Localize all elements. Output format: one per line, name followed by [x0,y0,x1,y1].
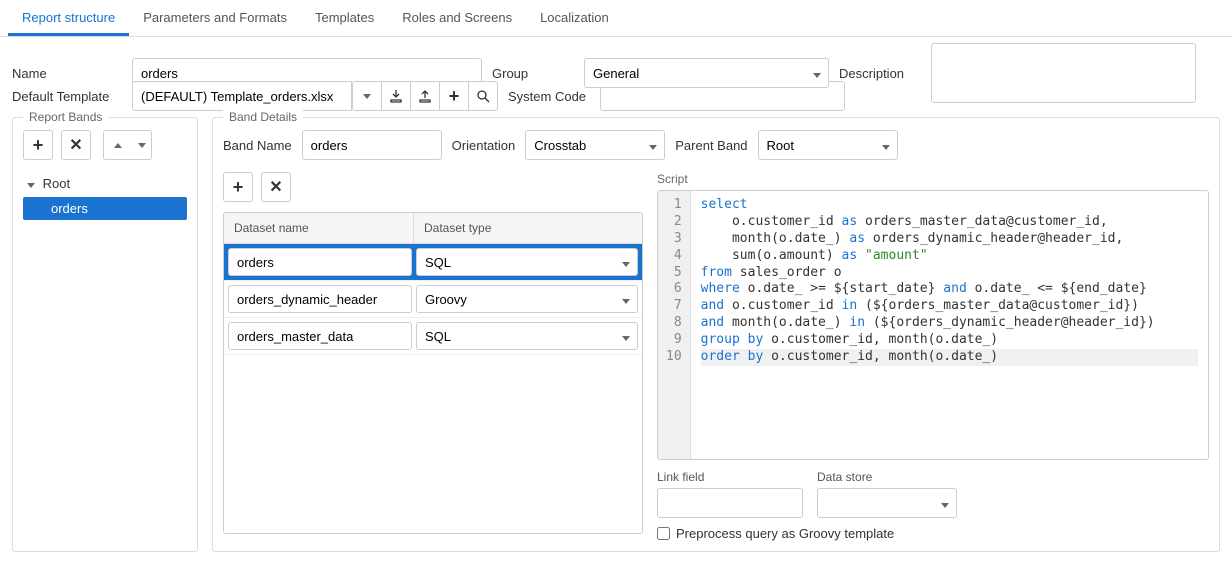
report-bands-legend: Report Bands [23,110,108,124]
tab-templates[interactable]: Templates [301,0,388,36]
link-field-label: Link field [657,470,803,484]
remove-dataset-button[interactable]: ✕ [261,172,291,202]
tree-item-orders[interactable]: orders [23,197,187,220]
tab-roles-and-screens[interactable]: Roles and Screens [388,0,526,36]
line-gutter: 12345678910 [658,191,691,459]
dataset-name-input[interactable] [228,322,412,350]
dataset-type-select[interactable] [416,248,638,276]
system-code-label: System Code [508,89,590,104]
dataset-type-select[interactable] [416,285,638,313]
add-dataset-button[interactable]: + [223,172,253,202]
script-editor[interactable]: 12345678910 select o.customer_id as orde… [657,190,1209,460]
description-textarea[interactable] [931,43,1196,103]
band-details-panel: Band Details Band Name Orientation Paren… [212,117,1220,552]
col-dataset-type[interactable]: Dataset type [414,213,642,243]
default-template-input[interactable] [132,81,352,111]
move-up-button[interactable] [103,130,133,160]
name-label: Name [12,66,122,81]
preprocess-checkbox[interactable] [657,527,670,540]
bands-tree: Root orders [23,170,187,220]
dataset-type-select[interactable] [416,322,638,350]
report-bands-panel: Report Bands + ✕ Root orders [12,117,198,552]
group-select[interactable] [584,58,829,88]
tabs-bar: Report structureParameters and FormatsTe… [0,0,1232,37]
upload-icon [418,89,432,103]
add-template-button[interactable]: + [439,81,469,111]
data-store-select[interactable] [817,488,957,518]
caret-down-icon [27,176,35,191]
search-button[interactable] [468,81,498,111]
dataset-name-input[interactable] [228,285,412,313]
remove-band-button[interactable]: ✕ [61,130,91,160]
upload-button[interactable] [410,81,440,111]
download-icon [389,89,403,103]
tab-report-structure[interactable]: Report structure [8,0,129,36]
download-button[interactable] [381,81,411,111]
search-icon [476,89,490,103]
dataset-row[interactable] [224,281,642,318]
group-label: Group [492,66,574,81]
dataset-row[interactable] [224,244,642,281]
tab-parameters-and-formats[interactable]: Parameters and Formats [129,0,301,36]
dataset-name-input[interactable] [228,248,412,276]
dataset-row[interactable] [224,318,642,355]
band-name-label: Band Name [223,138,292,153]
script-label: Script [657,172,1209,186]
code-content: select o.customer_id as orders_master_da… [691,191,1208,459]
move-down-button[interactable] [132,130,152,160]
template-dropdown-button[interactable] [352,81,382,111]
data-store-label: Data store [817,470,957,484]
tree-root-node[interactable]: Root [23,170,187,197]
col-dataset-name[interactable]: Dataset name [224,213,414,243]
link-field-input[interactable] [657,488,803,518]
add-band-button[interactable]: + [23,130,53,160]
default-template-label: Default Template [12,89,122,104]
tab-localization[interactable]: Localization [526,0,623,36]
parent-band-label: Parent Band [675,138,747,153]
orientation-label: Orientation [452,138,516,153]
band-name-input[interactable] [302,130,442,160]
description-label: Description [839,66,921,81]
datasets-table: Dataset name Dataset type [223,212,643,534]
orientation-select[interactable] [525,130,665,160]
preprocess-label: Preprocess query as Groovy template [676,526,894,541]
parent-band-select[interactable] [758,130,898,160]
band-details-legend: Band Details [223,110,303,124]
